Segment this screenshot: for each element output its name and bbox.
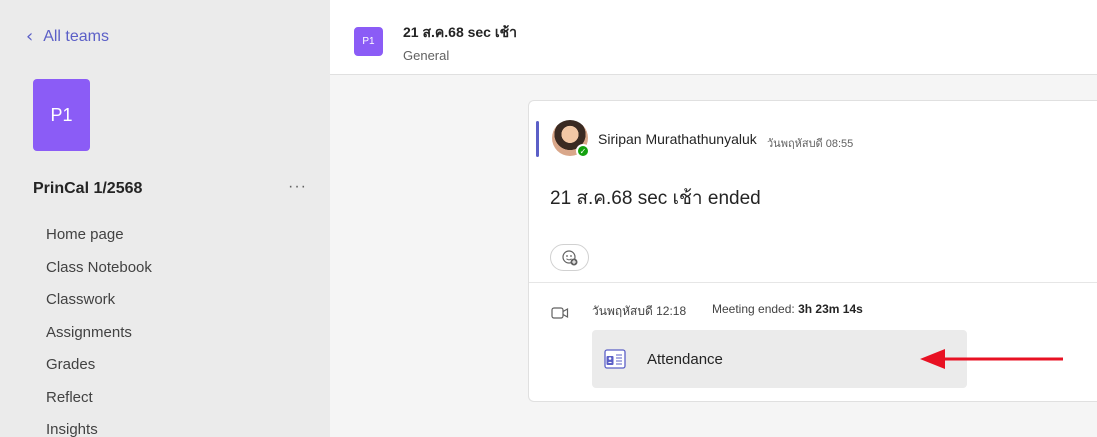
presence-available-icon: ✓ [576, 144, 590, 158]
meeting-ended-label: Meeting ended: [712, 302, 795, 316]
nav-item-grades[interactable]: Grades [46, 355, 152, 388]
attendance-document-icon [604, 349, 626, 369]
channel-name: General [403, 48, 450, 63]
attendance-label: Attendance [647, 350, 723, 368]
meeting-ended-text: Meeting ended: 3h 23m 14s [712, 302, 863, 316]
team-name[interactable]: PrinCal 1/2568 [33, 180, 142, 198]
meeting-duration: 3h 23m 14s [798, 302, 863, 316]
emoji-add-icon [561, 249, 577, 265]
nav-item-assignments[interactable]: Assignments [46, 323, 152, 356]
channel-header: P1 21 ส.ค.68 sec เช้า General [330, 0, 1097, 75]
channel-title[interactable]: 21 ส.ค.68 sec เช้า [403, 22, 517, 44]
channel-avatar: P1 [354, 27, 383, 56]
message-text: 21 ส.ค.68 sec เช้า ended [550, 188, 761, 209]
video-camera-icon [551, 307, 569, 319]
more-options-icon[interactable]: ··· [288, 178, 307, 196]
all-teams-label: All teams [43, 28, 109, 45]
all-teams-link[interactable]: ‹ All teams [26, 28, 109, 46]
team-avatar[interactable]: P1 [33, 79, 90, 151]
sender-name[interactable]: Siripan Murathathunyaluk [598, 131, 757, 147]
sidebar: ‹ All teams P1 PrinCal 1/2568 ··· Home p… [0, 0, 330, 437]
meeting-end-time: วันพฤหัสบดี 12:18 [592, 304, 687, 318]
divider [529, 282, 1097, 283]
nav-item-home-page[interactable]: Home page [46, 225, 152, 258]
attendance-button[interactable]: Attendance [592, 330, 967, 388]
message-timestamp: วันพฤหัสบดี 08:55 [767, 138, 854, 150]
nav-item-class-notebook[interactable]: Class Notebook [46, 258, 152, 291]
nav-item-insights[interactable]: Insights [46, 420, 152, 437]
nav-item-classwork[interactable]: Classwork [46, 290, 152, 323]
chevron-left-icon: ‹ [26, 26, 34, 47]
add-reaction-button[interactable] [550, 244, 589, 271]
nav-item-reflect[interactable]: Reflect [46, 388, 152, 421]
red-arrow-icon [920, 349, 1063, 369]
message-accent-bar [536, 121, 539, 157]
team-nav: Home page Class Notebook Classwork Assig… [46, 225, 152, 437]
avatar[interactable]: ✓ [552, 120, 590, 158]
